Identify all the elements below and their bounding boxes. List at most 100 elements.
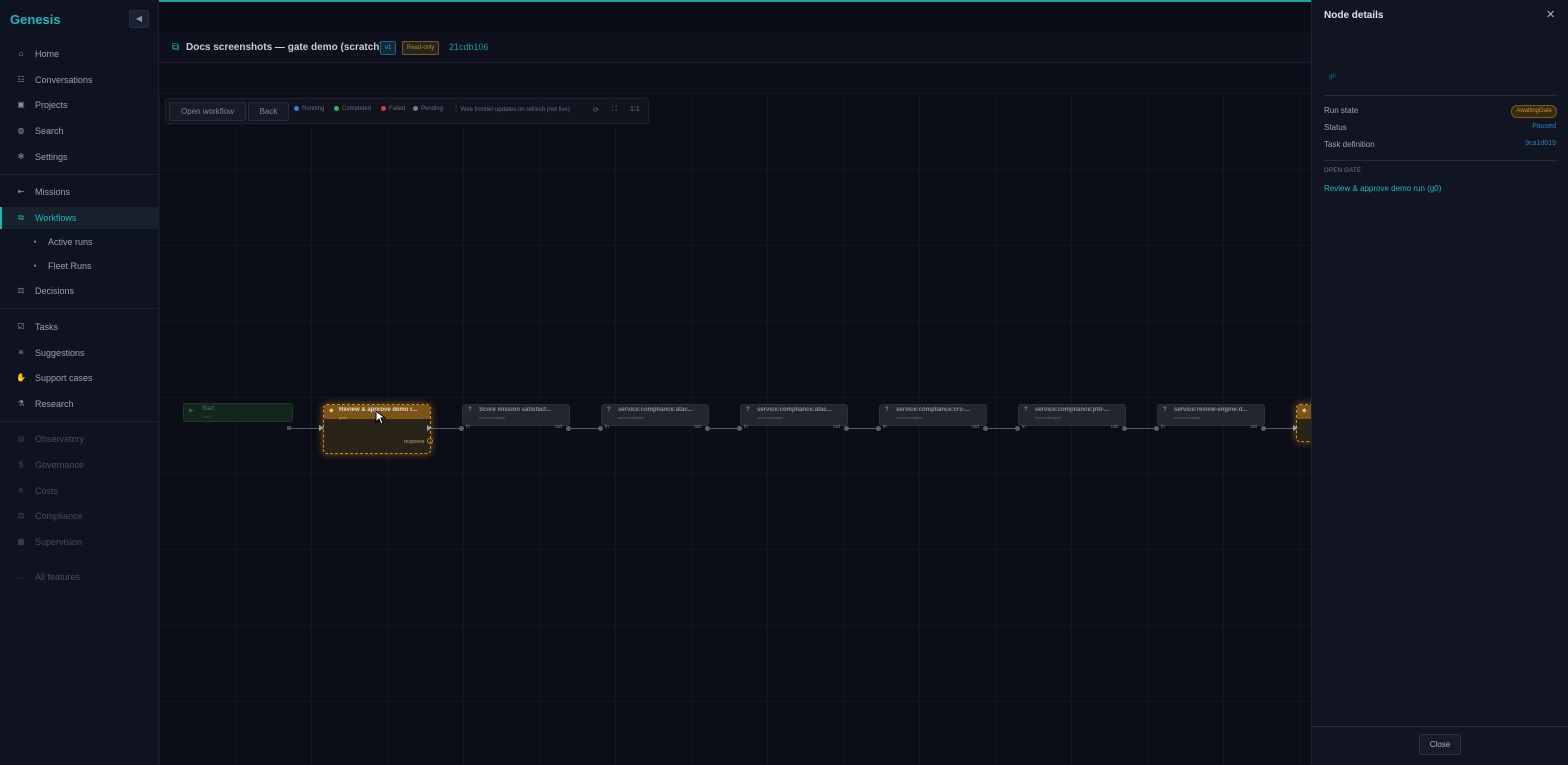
service-node[interactable]: ? service:review-engine:d... serviceAdapte… xyxy=(1157,404,1265,426)
sidebar-item-compliance[interactable]: ⚖ Compliance xyxy=(0,505,158,527)
node-out-label: out xyxy=(972,424,979,430)
close-icon[interactable]: ✕ xyxy=(1546,8,1555,21)
question-icon: ? xyxy=(1024,407,1028,413)
gate-in-port[interactable] xyxy=(319,425,324,431)
sidebar-item-suggestions[interactable]: ✳ Suggestions xyxy=(0,342,158,364)
gate-response-port-label: response xyxy=(404,439,425,445)
sidebar-item-projects[interactable]: ▣ Projects xyxy=(0,94,158,116)
live-note: ⋮ Wire frontier updates on refresh (not … xyxy=(453,107,570,113)
node-in-port[interactable] xyxy=(1015,426,1020,431)
question-icon: ? xyxy=(468,407,472,413)
sidebar-item-support-cases[interactable]: ✋ Support cases xyxy=(0,367,158,389)
sidebar-item-observatory[interactable]: ◎ Observatory xyxy=(0,428,158,450)
edge xyxy=(848,428,879,429)
node-out-port[interactable] xyxy=(844,426,849,431)
home-icon: ⌂ xyxy=(18,49,24,58)
legend-dot-completed xyxy=(334,106,339,111)
sidebar-item-settings[interactable]: ✻ Settings xyxy=(0,146,158,168)
node-id: g0 xyxy=(1329,74,1336,80)
service-node-title: service:compliance:atac... xyxy=(757,407,832,413)
trailing-gate-in-port[interactable] xyxy=(1293,425,1298,431)
node-in-label: in xyxy=(605,424,609,430)
node-in-port[interactable] xyxy=(1154,426,1159,431)
workflow-hash-link[interactable]: 21cdb106 xyxy=(449,42,489,52)
question-icon: ? xyxy=(885,407,889,413)
run-state-label: Run state xyxy=(1324,106,1359,115)
mouse-cursor-icon xyxy=(375,410,386,425)
node-out-port[interactable] xyxy=(705,426,710,431)
hand-icon: ✋ xyxy=(16,373,26,382)
gear-icon: ✻ xyxy=(17,152,25,161)
sidebar-item-tasks[interactable]: ☑ Tasks xyxy=(0,316,158,338)
sidebar-item-search[interactable]: ◍ Search xyxy=(0,120,158,142)
brand-logo[interactable]: Genesis xyxy=(10,12,61,27)
node-in-port[interactable] xyxy=(737,426,742,431)
open-gate-link[interactable]: Review & approve demo run (g0) xyxy=(1324,184,1441,193)
close-button[interactable]: Close xyxy=(1419,734,1461,755)
sidebar-item-active-runs[interactable]: ● Active runs xyxy=(0,231,158,253)
sidebar-item-fleet-runs[interactable]: ● Fleet Runs xyxy=(0,255,158,277)
fullscreen-icon[interactable]: ⛶ xyxy=(612,106,617,114)
gate-out-port[interactable] xyxy=(427,425,432,431)
service-node-title: service:compliance:crs-... xyxy=(896,407,970,413)
edge xyxy=(709,428,740,429)
back-button[interactable]: Back xyxy=(248,102,289,121)
panel-title: Node details xyxy=(1324,10,1384,21)
edge xyxy=(987,428,1018,429)
refresh-icon[interactable]: ⟳ xyxy=(593,106,599,114)
sub-toolbar xyxy=(159,63,1311,93)
panel-divider xyxy=(1324,95,1558,96)
service-node-sub: serviceAdapter xyxy=(757,415,784,420)
node-in-port[interactable] xyxy=(459,426,464,431)
check-icon: ☑ xyxy=(17,322,25,331)
zoom-reset-button[interactable]: 1:1 xyxy=(630,106,640,113)
sidebar-item-all-features[interactable]: … All features xyxy=(0,566,158,588)
service-node[interactable]: ? service:compliance:crs-... serviceAdapte… xyxy=(879,404,987,426)
legend-dot-failed xyxy=(381,106,386,111)
sidebar-item-research[interactable]: ⚗ Research xyxy=(0,393,158,415)
node-in-label: in xyxy=(466,424,470,430)
collapse-sidebar-button[interactable]: ◀ xyxy=(129,10,149,28)
node-out-port[interactable] xyxy=(566,426,571,431)
arrow-icon: ⇤ xyxy=(17,187,25,196)
node-in-label: in xyxy=(1161,424,1165,430)
workflow-icon: ⧉ xyxy=(18,213,24,222)
workflow-canvas[interactable]: Open workflow Back Running Completed Fai… xyxy=(159,93,1311,765)
node-in-label: in xyxy=(1022,424,1026,430)
grid-icon: ▦ xyxy=(17,537,25,546)
sidebar-item-supervision[interactable]: ▦ Supervision xyxy=(0,531,158,553)
panel-footer-divider xyxy=(1312,726,1568,727)
service-node[interactable]: ? service:compliance:atac... serviceAdapte… xyxy=(601,404,709,426)
legend-completed: Completed xyxy=(334,106,371,112)
chevron-left-icon: ◀ xyxy=(135,14,143,23)
node-out-port[interactable] xyxy=(983,426,988,431)
task-definition-link[interactable]: 9ca1d019 xyxy=(1525,140,1556,147)
sidebar-item-workflows[interactable]: ⧉ Workflows xyxy=(0,207,158,229)
open-workflow-button[interactable]: Open workflow xyxy=(169,102,246,121)
service-node[interactable]: ? Score mission satisfact... serviceAdapte… xyxy=(462,404,570,426)
sidebar-item-home[interactable]: ⌂ Home xyxy=(0,43,158,65)
sidebar-item-conversations[interactable]: ☷ Conversations xyxy=(0,69,158,91)
node-out-port[interactable] xyxy=(1261,426,1266,431)
sidebar-item-missions[interactable]: ⇤ Missions xyxy=(0,181,158,203)
start-node-sub: event xyxy=(202,414,212,419)
node-in-port[interactable] xyxy=(876,426,881,431)
sidebar-item-governance[interactable]: § Governance xyxy=(0,454,158,476)
canvas-toolbar: Open workflow Back Running Completed Fai… xyxy=(165,98,649,124)
node-out-port[interactable] xyxy=(1122,426,1127,431)
node-in-port[interactable] xyxy=(598,426,603,431)
service-node[interactable]: ? service:compliance:atac... serviceAdapte… xyxy=(740,404,848,426)
scale-icon: ⚖ xyxy=(17,511,25,520)
flask-icon: ⚗ xyxy=(17,399,25,408)
service-node[interactable]: ? service:compliance:pfd-... serviceAdapte… xyxy=(1018,404,1126,426)
service-node-sub: serviceAdapter xyxy=(1174,415,1201,420)
sidebar-item-costs[interactable]: ¤ Costs xyxy=(0,480,158,502)
trailing-gate-node[interactable]: ◆ xyxy=(1296,404,1311,442)
dot-icon: ● xyxy=(33,239,37,245)
start-out-port[interactable] xyxy=(287,426,291,430)
start-node[interactable]: ▶ Start event xyxy=(183,403,293,422)
question-icon: ? xyxy=(746,407,750,413)
gate-response-port[interactable] xyxy=(427,438,433,444)
sidebar-item-decisions[interactable]: ⚖ Decisions xyxy=(0,280,158,302)
list-icon: ☷ xyxy=(17,75,25,84)
